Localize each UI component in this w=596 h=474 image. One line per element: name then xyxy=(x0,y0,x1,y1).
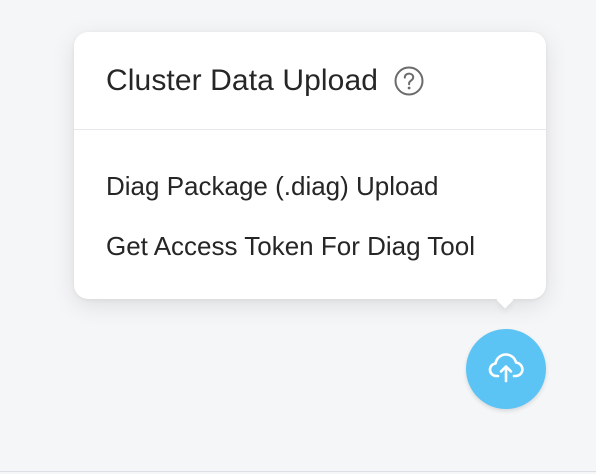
menu-item-get-access-token[interactable]: Get Access Token For Diag Tool xyxy=(74,216,546,276)
upload-fab-button[interactable] xyxy=(466,329,546,409)
upload-popover: Cluster Data Upload Diag Package (.diag)… xyxy=(74,32,546,309)
cloud-upload-icon xyxy=(487,348,525,391)
popover-title: Cluster Data Upload xyxy=(106,63,379,97)
popover-arrow xyxy=(496,291,514,309)
question-circle-icon[interactable] xyxy=(394,66,424,96)
page-bottom-divider xyxy=(0,471,596,472)
menu-item-diag-package-upload[interactable]: Diag Package (.diag) Upload xyxy=(74,156,546,216)
upload-menu: Diag Package (.diag) Upload Get Access T… xyxy=(74,156,546,276)
popover-header: Cluster Data Upload xyxy=(74,32,546,130)
